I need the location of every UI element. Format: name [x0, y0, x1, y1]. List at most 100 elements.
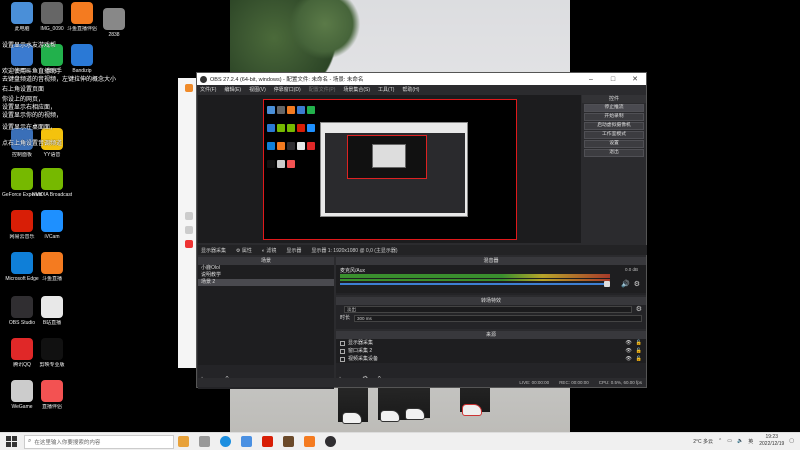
source-type-icon [340, 356, 345, 362]
desktop-icon-label: 直播伴侣 [41, 404, 62, 410]
app-icon[interactable] [185, 212, 193, 220]
app-icon [11, 2, 33, 24]
source-type-icon [340, 340, 345, 346]
scene-item[interactable]: 小鹿Olol [198, 265, 334, 272]
scene-item[interactable]: 场景 2 [198, 279, 334, 286]
app-icon[interactable] [283, 436, 294, 447]
mini-desktop-icon [277, 142, 285, 150]
visibility-eye-icon[interactable]: 👁 [625, 347, 631, 355]
desktop-icon[interactable]: 2838 [94, 8, 134, 38]
maximize-icon[interactable]: □ [602, 76, 624, 83]
menu-item[interactable]: 停靠窗口(D) [274, 86, 301, 93]
control-button[interactable]: 开始录制 [584, 113, 644, 121]
tray-arrow-icon[interactable]: ⌃ [718, 438, 722, 444]
source-item[interactable]: 视频采集设备 👁 🔓 [336, 355, 646, 363]
desktop-icon[interactable]: 斗鱼直播 [32, 252, 72, 282]
mini-desktop-icon [277, 106, 285, 114]
transitions-header: 转场特效 [336, 297, 646, 305]
visibility-eye-icon[interactable]: 👁 [625, 355, 631, 363]
desktop-icon[interactable]: NVIDIA Broadcast [32, 168, 72, 198]
mini-desktop-icon [287, 142, 295, 150]
mini-desktop-icon [307, 124, 315, 132]
app-icon[interactable] [185, 84, 193, 92]
speaker-icon[interactable]: 🔊 [621, 280, 630, 288]
clock[interactable]: 19:23 2022/12/19 [759, 434, 784, 448]
mini-desktop-icon [297, 106, 305, 114]
control-button[interactable]: 工作室模式 [584, 131, 644, 139]
ime-indicator[interactable]: 英 [748, 438, 753, 445]
obs-titlebar[interactable]: OBS 27.2.4 (64-bit, windows) - 配置文件: 未命名… [197, 73, 646, 85]
lock-icon[interactable]: 🔓 [636, 339, 642, 347]
overlay-text-line: 设置显示水友游戏帮 [2, 43, 57, 49]
menu-item[interactable]: 配置文件(P) [309, 86, 336, 93]
desktop-icon[interactable]: Bandizip [62, 44, 102, 74]
control-button[interactable]: 停止推流 [584, 104, 644, 112]
nested-obs-window [320, 122, 468, 217]
menu-item[interactable]: 帮助(H) [402, 86, 419, 93]
scenes-header: 场景 [198, 257, 334, 265]
menu-item[interactable]: 文件(F) [200, 86, 216, 93]
lock-icon[interactable]: 🔓 [636, 347, 642, 355]
app-icon[interactable] [185, 226, 193, 234]
obs-icon[interactable] [325, 436, 336, 447]
taskbar-search[interactable]: ⌕ 在这里输入你要搜索的内容 [24, 434, 174, 449]
control-button[interactable]: 设置 [584, 140, 644, 148]
douyu-icon[interactable] [304, 436, 315, 447]
mini-desktop-icon [267, 124, 275, 132]
mini-desktop-icon [277, 124, 285, 132]
scene-item[interactable]: 说明教学 [198, 272, 334, 279]
menu-item[interactable]: 视图(V) [249, 86, 266, 93]
audio-meter [340, 274, 610, 278]
clock-time: 19:23 [765, 434, 778, 440]
shoe [380, 410, 400, 422]
display-select[interactable]: 显示器 1: 1920x1080 @ 0,0 (主显示器) [311, 247, 397, 254]
notification-icon[interactable]: ▢ [789, 438, 794, 444]
rec-status: REC: 00:00:00 [559, 380, 589, 385]
app-icon [11, 296, 33, 318]
gear-icon[interactable]: ⚙ [634, 280, 640, 288]
transition-select[interactable]: 淡出 [344, 306, 632, 313]
duration-input[interactable]: 300 ms [354, 315, 642, 322]
desktop-icon[interactable]: iVCam [32, 210, 72, 240]
weather[interactable]: 2°C 多云 [693, 438, 713, 445]
app-icon[interactable] [185, 240, 193, 248]
desktop-icon[interactable]: 直播伴侣 [32, 380, 72, 410]
source-label: 视频采集设备 [348, 356, 379, 362]
volume-slider-handle[interactable] [604, 281, 610, 287]
task-view-icon[interactable] [199, 436, 210, 447]
menu-item[interactable]: 工具(T) [378, 86, 394, 93]
properties-button[interactable]: ⚙ 属性 [236, 247, 252, 254]
network-icon[interactable]: ▭ [727, 438, 732, 444]
lock-icon[interactable]: 🔓 [636, 355, 642, 363]
desktop-icon-label: Bandizip [72, 68, 92, 74]
volume-slider[interactable] [340, 283, 610, 285]
app-icon [71, 2, 93, 24]
program-preview[interactable] [263, 99, 517, 240]
desktop-icon[interactable]: B站直播 [32, 296, 72, 326]
source-item[interactable]: 显示器采集 👁 🔓 [336, 339, 646, 347]
edge-icon[interactable] [220, 436, 231, 447]
app-icon [41, 2, 63, 24]
mini-desktop-icon [287, 124, 295, 132]
duration-label: 时长 [340, 315, 351, 321]
desktop-icon-label: B站直播 [42, 320, 62, 326]
control-button[interactable]: 启动虚拟摄像机 [584, 122, 644, 130]
close-icon[interactable]: ✕ [624, 75, 646, 83]
windows-start-icon[interactable] [4, 435, 18, 449]
desktop-icon-label: 2838 [108, 32, 120, 38]
mixer-channel-label: 麦克风/Aux [340, 268, 366, 274]
source-item[interactable]: 窗口采集 2 👁 🔓 [336, 347, 646, 355]
minimize-icon[interactable]: – [580, 76, 602, 83]
shoe [405, 408, 425, 420]
filters-button[interactable]: ◐ 滤镜 [262, 247, 276, 254]
desktop-icon[interactable]: 剪映专业版 [32, 338, 72, 368]
volume-icon[interactable]: 🔈 [737, 438, 743, 444]
gear-icon[interactable]: ⚙ [636, 305, 642, 314]
netease-music-icon[interactable] [262, 436, 273, 447]
control-button[interactable]: 退出 [584, 149, 644, 157]
visibility-eye-icon[interactable]: 👁 [625, 339, 631, 347]
menu-item[interactable]: 编辑(E) [224, 86, 241, 93]
menu-item[interactable]: 场景集合(S) [343, 86, 370, 93]
file-explorer-icon[interactable] [241, 436, 252, 447]
koi-logo-icon[interactable] [178, 436, 189, 447]
